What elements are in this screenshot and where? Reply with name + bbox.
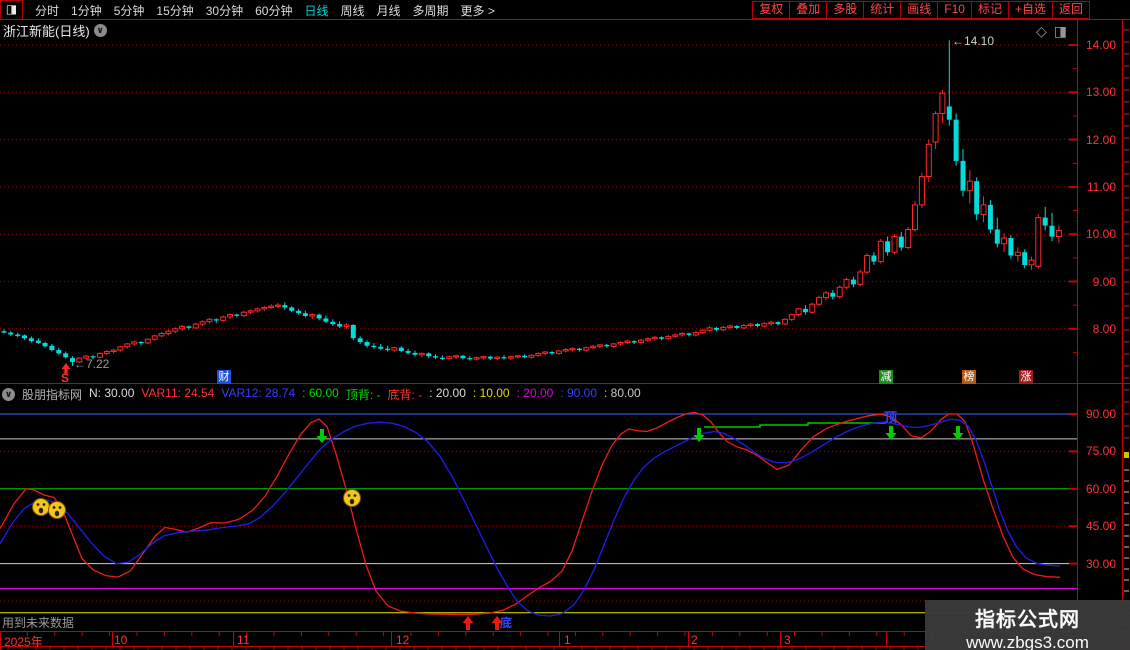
param-segment: : 80.00 — [604, 386, 641, 403]
indicator-axis-label: 90.00 — [1086, 407, 1116, 421]
indicator-axis: 90.00 75.00 60.00 45.00 30.00 — [1078, 0, 1122, 650]
time-axis-label: 1 — [564, 633, 571, 647]
top-divergence-label: 顶 — [884, 407, 897, 426]
param-segment: VAR11: 24.54 — [141, 386, 214, 403]
chart-canvas[interactable] — [0, 0, 1130, 650]
indicator-axis-label: 75.00 — [1086, 444, 1116, 458]
param-segment: : 20.00 — [517, 386, 554, 403]
low-price-label: ←7.22 — [74, 357, 109, 371]
chart-corner-tools: ◇ ◨ — [1036, 23, 1067, 40]
param-segment: N: 30.00 — [89, 386, 134, 403]
chevron-down-icon[interactable]: ∨ — [2, 388, 15, 401]
event-badge: 榜 — [962, 370, 976, 384]
param-segment: 股朋指标网 — [22, 386, 82, 403]
indicator-axis-label: 45.00 — [1086, 519, 1116, 533]
diamond-icon[interactable]: ◇ — [1036, 23, 1047, 40]
param-segment: : 10.00 — [473, 386, 510, 403]
chart-title[interactable]: 浙江新能(日线) ∨ — [3, 21, 107, 40]
indicator-params: 股朋指标网 N: 30.00 VAR11: 24.54 VAR12: 28.74 : 6… — [22, 386, 641, 403]
app-window: ◨ 分时1分钟5分钟15分钟30分钟60分钟日线周线月线多周期更多 > 复权叠加… — [0, 0, 1130, 650]
time-axis-label: 3 — [784, 633, 791, 647]
watermark-url: www.zbgs3.com — [925, 633, 1130, 650]
time-axis-label: 10 — [114, 633, 127, 647]
time-axis-label: 11 — [237, 633, 249, 647]
indicator-param-row: ∨ 股朋指标网 N: 30.00 VAR11: 24.54 VAR12: 28.74:… — [2, 386, 641, 403]
sell-mark: S — [61, 371, 69, 385]
high-price-label: ←14.10 — [952, 34, 994, 48]
event-badge: 财 — [217, 370, 231, 384]
chevron-down-icon[interactable]: ∨ — [94, 24, 107, 37]
event-badge: 涨 — [1019, 370, 1033, 384]
param-segment: : 20.00 — [429, 386, 466, 403]
time-axis-label: 12 — [396, 633, 409, 647]
indicator-axis-label: 60.00 — [1086, 482, 1116, 496]
param-segment: : 60.00 — [302, 386, 339, 403]
watermark: 指标公式网 www.zbgs3.com — [925, 600, 1130, 650]
bottom-divergence-label: 底 — [500, 614, 512, 631]
event-badge: 减 — [879, 370, 893, 384]
watermark-title: 指标公式网 — [925, 603, 1130, 632]
time-axis-label: 2025年 — [4, 633, 43, 650]
param-segment: : 90.00 — [560, 386, 597, 403]
param-segment: VAR12: 28.74 — [221, 386, 295, 403]
time-axis-label: 2 — [691, 633, 698, 647]
indicator-axis-label: 30.00 — [1086, 557, 1116, 571]
param-segment: 顶背: - — [346, 386, 381, 403]
future-data-warning: 用到未来数据 — [2, 614, 74, 631]
window-icon[interactable]: ◨ — [1054, 23, 1067, 40]
param-segment: 底背: - — [388, 386, 423, 403]
chart-title-text: 浙江新能(日线) — [3, 21, 90, 40]
